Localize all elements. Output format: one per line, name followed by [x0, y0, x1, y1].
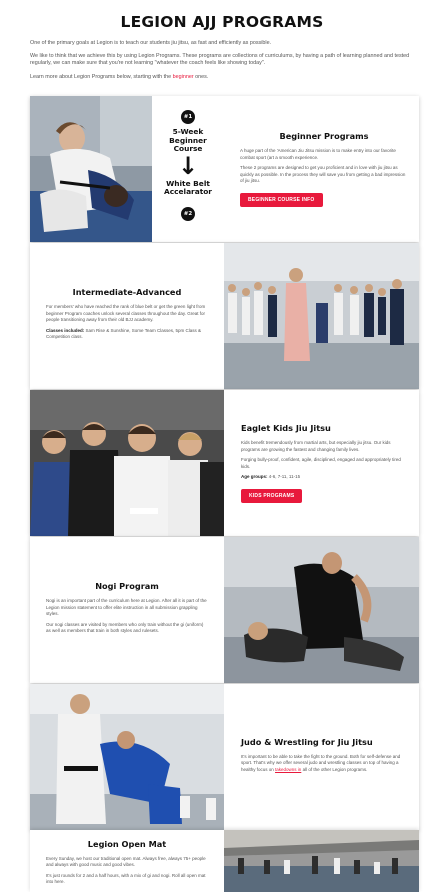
intro-text: Learn more about Legion Programs below, …: [30, 73, 173, 80]
age-groups-value: 4-6, 7-11, 11-15: [267, 474, 301, 480]
age-groups-label: Age groups:: [241, 474, 268, 480]
openmat-program-card: Legion Open Mat Every Sunday, we host ou…: [30, 830, 419, 892]
arrow-down-icon: ↓: [177, 151, 199, 180]
intermediate-title: Intermediate-Advanced: [72, 287, 182, 298]
judo-program-card: Judo & Wrestling for Jiu Jitsu It's impo…: [30, 684, 419, 830]
judo-photo: [30, 684, 224, 830]
kids-paragraph-1: Kids benefit tremendously from martial a…: [241, 440, 391, 452]
beginner-title: Beginner Programs: [279, 131, 369, 142]
page-title: LEGION AJJ PROGRAMS: [120, 13, 324, 31]
intermediate-program-card: Intermediate-Advanced For members' who h…: [30, 243, 419, 389]
promo-badge-1: #1: [181, 110, 195, 124]
classes-included-label: Classes included:: [46, 327, 85, 333]
intro-paragraph-1: One of the primary goals at Legion is to…: [30, 40, 272, 46]
kids-ages: Age groups: 4-6, 7-11, 11-15: [241, 474, 409, 480]
beginner-photo: [30, 96, 152, 242]
takedowns-link[interactable]: takedowns in: [275, 767, 301, 772]
intro-text-end: ones.: [193, 73, 209, 80]
judo-title: Judo & Wrestling for Jiu Jitsu: [241, 736, 373, 747]
nogi-text: Nogi Program Nogi is an important part o…: [46, 537, 208, 683]
intermediate-paragraph-1: For members' who have reached the rank o…: [46, 304, 206, 323]
kids-photo: [30, 390, 224, 536]
beginner-program-card: #1 5-Week Beginner Course ↓ White Belt A…: [30, 96, 419, 242]
beginner-course-info-button[interactable]: BEGINNER COURSE INFO: [240, 192, 323, 207]
openmat-photo: [224, 830, 419, 892]
promo-graphic: #1 5-Week Beginner Course ↓ White Belt A…: [152, 96, 224, 242]
beginner-text: Beginner Programs A huge part of the 'Am…: [240, 96, 408, 242]
kids-title: Eaglet Kids Jiu Jitsu: [241, 423, 331, 434]
intro-section: One of the primary goals at Legion is to…: [30, 40, 420, 87]
openmat-paragraph-2: It's just rounds for 2 and a half hours,…: [46, 872, 206, 885]
intermediate-photo: [224, 243, 419, 389]
openmat-title: Legion Open Mat: [87, 839, 167, 849]
openmat-text: Legion Open Mat Every Sunday, we host ou…: [46, 830, 208, 892]
judo-text: Judo & Wrestling for Jiu Jitsu It's impo…: [241, 684, 409, 830]
nogi-title: Nogi Program: [95, 581, 159, 592]
nogi-paragraph-2: Our nogi classes are visited by members …: [46, 621, 204, 634]
beginner-link[interactable]: beginner: [173, 74, 194, 80]
nogi-program-card: Nogi Program Nogi is an important part o…: [30, 537, 419, 683]
judo-text-end: all of the other Legion programs.: [301, 766, 368, 772]
kids-program-card: Eaglet Kids Jiu Jitsu Kids benefit treme…: [30, 390, 419, 536]
kids-text: Eaglet Kids Jiu Jitsu Kids benefit treme…: [241, 390, 409, 536]
nogi-paragraph-1: Nogi is an important part of the curricu…: [46, 598, 207, 617]
beginner-paragraph-2: These 2 programs are designed to get you…: [240, 165, 406, 184]
intermediate-text: Intermediate-Advanced For members' who h…: [46, 243, 208, 389]
openmat-paragraph-1: Every Sunday, we host our traditional op…: [46, 856, 206, 868]
kids-paragraph-2: Forging bully-proof, confident, agile, d…: [241, 457, 401, 469]
intro-paragraph-3: Learn more about Legion Programs below, …: [30, 74, 420, 81]
page: LEGION AJJ PROGRAMS One of the primary g…: [0, 0, 444, 892]
intro-paragraph-2: We like to think that we achieve this by…: [30, 53, 410, 67]
kids-programs-button[interactable]: KIDS PROGRAMS: [241, 488, 303, 503]
beginner-paragraph-1: A huge part of the 'American Jiu Jitsu m…: [240, 148, 396, 160]
nogi-photo: [224, 537, 419, 683]
judo-paragraph-1: It's important to be able to take the fi…: [241, 754, 409, 773]
intermediate-paragraph-2: Classes included: Sam Rise & Sunshine, S…: [46, 328, 208, 341]
promo-badge-2: #2: [181, 206, 195, 221]
promo-line-5: Accelarator: [164, 187, 212, 197]
